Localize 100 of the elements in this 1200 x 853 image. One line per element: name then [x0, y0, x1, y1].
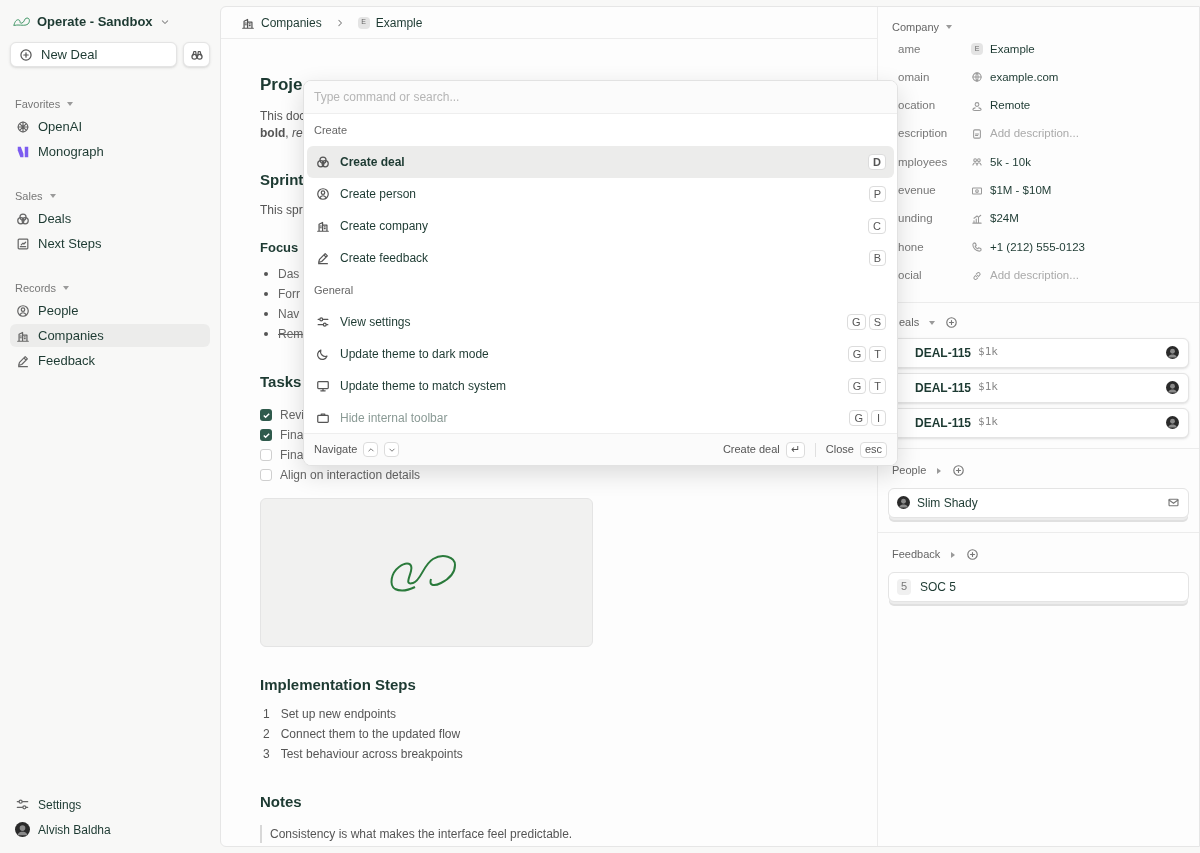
command-item[interactable]: Create person P: [307, 178, 894, 210]
command-item[interactable]: Create company C: [307, 210, 894, 242]
monitor-icon: [316, 379, 330, 393]
banknote-icon: [971, 184, 983, 197]
subsection-heading: Focus: [260, 239, 299, 257]
avatar-icon: [15, 822, 30, 837]
group-heading: General: [313, 282, 355, 298]
shortcut-key: ↵: [785, 441, 805, 458]
list-text: Nav: [278, 306, 300, 323]
avatar-icon: [1166, 346, 1179, 360]
note-icon: [971, 128, 983, 141]
search-button[interactable]: [183, 42, 210, 67]
add-icon: [966, 548, 980, 562]
field-value[interactable]: Example: [990, 40, 1035, 58]
section-title[interactable]: Sales: [15, 187, 43, 205]
deal-id: DEAL-115: [915, 344, 972, 362]
workspace-name[interactable]: Operate - Sandbox: [37, 12, 153, 32]
panel-title[interactable]: People: [892, 462, 927, 479]
location-icon: [971, 99, 983, 112]
person-name: Slim Shady: [917, 494, 978, 512]
checkbox[interactable]: [260, 429, 272, 441]
field-value[interactable]: 5k - 10k: [990, 153, 1031, 171]
group-heading: Create: [313, 122, 349, 138]
sidebar-item[interactable]: Next Steps: [10, 232, 210, 255]
logo-icon: [13, 17, 31, 27]
navigate-label: Navigate: [314, 442, 358, 458]
growth-chart-icon: [971, 212, 983, 225]
pencil-icon: [316, 251, 330, 265]
field-label: ame: [897, 41, 922, 57]
field-value[interactable]: $24M: [990, 210, 1019, 228]
deal-id: DEAL-115: [915, 414, 972, 432]
checkbox[interactable]: [260, 409, 272, 421]
checkbox[interactable]: [260, 469, 272, 481]
list-text: Forr: [278, 286, 300, 303]
sidebar-item[interactable]: People: [10, 299, 210, 322]
step-number: 2: [262, 726, 270, 743]
avatar-icon: [1166, 416, 1179, 430]
briefcase-icon: [316, 411, 330, 425]
task-text: Fina: [280, 427, 304, 444]
shortcut-key: G: [849, 410, 868, 426]
deal-amount: $1k: [978, 379, 998, 396]
panel-title[interactable]: eals: [899, 314, 920, 331]
field-label: unding: [897, 211, 934, 227]
moon-icon: [316, 347, 330, 361]
three-circles-icon: [16, 211, 30, 226]
command-item[interactable]: View settings G S: [307, 306, 894, 338]
person-circle-icon: [316, 187, 330, 201]
checkbox[interactable]: [260, 449, 272, 461]
avatar-icon: [897, 496, 910, 510]
panel-title[interactable]: Company: [892, 18, 940, 36]
step-number: 1: [262, 706, 270, 723]
avatar-icon: [1166, 381, 1179, 395]
close-label: Close: [825, 442, 854, 458]
pencil-icon: [16, 353, 30, 368]
caret-down-icon[interactable]: [928, 318, 937, 327]
step-number: 3: [262, 746, 270, 763]
sidebar-item[interactable]: Feedback: [10, 349, 210, 372]
sidebar-item[interactable]: Settings: [10, 793, 210, 816]
action-label: Create deal: [722, 442, 780, 458]
shortcut-key: D: [868, 154, 886, 170]
field-label: hone: [897, 239, 925, 255]
section-title[interactable]: Favorites: [15, 95, 61, 113]
shortcut-key: B: [868, 250, 886, 266]
sidebar-item[interactable]: Alvish Baldha: [10, 818, 210, 841]
deal-id: DEAL-115: [915, 379, 972, 397]
command-item[interactable]: Create deal D: [307, 146, 894, 178]
breadcrumb-link[interactable]: Companies: [261, 13, 322, 32]
shortcut-key: P: [868, 186, 886, 202]
document-title: Proje: [260, 74, 303, 96]
shortcut-key: G: [847, 314, 866, 330]
section-title[interactable]: Records: [15, 279, 56, 297]
caret-down-icon[interactable]: [61, 284, 70, 292]
field-value[interactable]: example.com: [990, 68, 1059, 87]
list-text: Das: [278, 266, 300, 283]
quote-text: Consistency is what makes the interface feel predictable.: [260, 825, 573, 843]
caret-down-icon[interactable]: [48, 192, 57, 200]
task-text: Align on interaction details: [280, 467, 421, 484]
field-value[interactable]: +1 (212) 555-0123: [990, 238, 1085, 256]
list-text: Set up new endpoints: [280, 706, 397, 723]
sidebar-item[interactable]: Deals: [10, 207, 210, 230]
sidebar-item[interactable]: Companies: [10, 324, 210, 347]
list-text: Rem: [278, 326, 304, 343]
paragraph-text: bold, re: [260, 125, 303, 142]
task-text: Fina: [280, 447, 304, 464]
breadcrumb-link[interactable]: Example: [375, 13, 423, 32]
logo-icon: [16, 144, 30, 159]
sidebar-item[interactable]: Monograph: [10, 140, 210, 163]
settings-icon: [316, 315, 330, 329]
command-item[interactable]: Create feedback B: [307, 242, 894, 274]
shortcut-key: esc: [859, 441, 887, 458]
field-value[interactable]: $1M - $10M: [990, 182, 1052, 200]
field-value[interactable]: Remote: [990, 97, 1031, 115]
caret-down-icon[interactable]: [66, 100, 75, 108]
panel-title[interactable]: Feedback: [892, 546, 941, 563]
sidebar-item[interactable]: OpenAI: [10, 115, 210, 138]
new-deal-button[interactable]: New Deal: [10, 42, 177, 67]
command-search-field[interactable]: Type command or search...: [304, 81, 897, 114]
add-icon: [945, 316, 959, 330]
caret-down-icon[interactable]: [945, 23, 954, 31]
deal-amount: $1k: [978, 414, 998, 431]
